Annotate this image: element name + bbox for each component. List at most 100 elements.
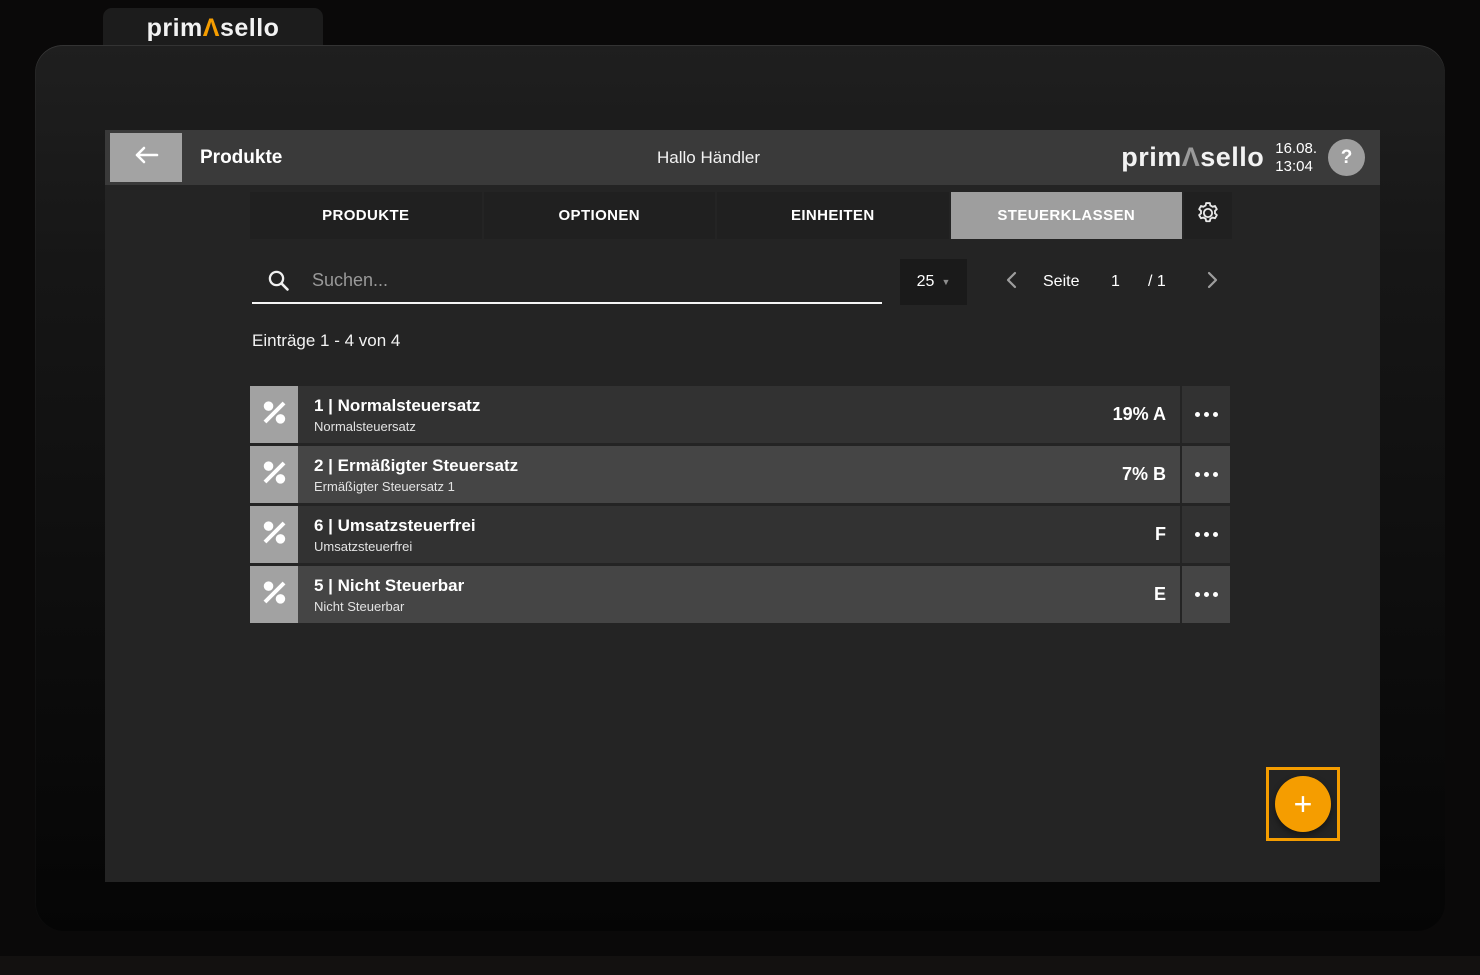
row-tax-value: E [1154, 584, 1180, 605]
row-tax-value: 19% A [1113, 404, 1180, 425]
bottom-bar [0, 956, 1480, 975]
back-button[interactable] [110, 133, 182, 182]
ellipsis-icon [1213, 412, 1218, 417]
chevron-right-icon [1206, 270, 1219, 295]
search-icon [267, 269, 290, 292]
header-right: primΛsello 16.08. 13:04 ? [1121, 130, 1380, 185]
tab-bar: PRODUKTE OPTIONEN EINHEITEN STEUERKLASSE… [250, 192, 1232, 239]
caret-down-icon: ▼ [941, 277, 950, 287]
logo-part2: sello [220, 14, 279, 42]
row-title: 1 | Normalsteuersatz [314, 396, 1113, 416]
search-input[interactable] [310, 269, 882, 292]
header-bar: Produkte Hallo Händler primΛsello 16.08.… [105, 130, 1380, 185]
row-subtitle: Umsatzsteuerfrei [314, 539, 1155, 554]
page-label: Seite [1043, 259, 1079, 305]
ellipsis-icon [1195, 592, 1200, 597]
row-subtitle: Ermäßigter Steuersatz 1 [314, 479, 1122, 494]
ellipsis-icon [1204, 412, 1209, 417]
row-title: 2 | Ermäßigter Steuersatz [314, 456, 1122, 476]
tax-class-row[interactable]: 6 | Umsatzsteuerfrei Umsatzsteuerfrei F [250, 506, 1230, 563]
row-subtitle: Nicht Steuerbar [314, 599, 1154, 614]
tax-class-row[interactable]: 5 | Nicht Steuerbar Nicht Steuerbar E [250, 566, 1230, 623]
row-tax-value: F [1155, 524, 1180, 545]
settings-button[interactable] [1184, 192, 1232, 239]
ellipsis-icon [1213, 472, 1218, 477]
row-tax-value: 7% B [1122, 464, 1180, 485]
row-title: 5 | Nicht Steuerbar [314, 576, 1154, 596]
row-main: 1 | Normalsteuersatz Normalsteuersatz 19… [298, 386, 1180, 443]
date-text: 16.08. [1275, 140, 1317, 158]
logo-part1: prim [1121, 142, 1182, 172]
ellipsis-icon [1204, 472, 1209, 477]
primasello-logo: primΛsello [147, 14, 280, 43]
tab[interactable]: OPTIONEN [484, 192, 716, 239]
chevron-left-icon [1005, 270, 1018, 295]
logo-part1: prim [147, 14, 203, 42]
plus-icon: + [1294, 788, 1313, 820]
row-more-options-button[interactable] [1182, 506, 1230, 563]
row-texts: 1 | Normalsteuersatz Normalsteuersatz [298, 396, 1113, 434]
row-subtitle: Normalsteuersatz [314, 419, 1113, 434]
row-texts: 5 | Nicht Steuerbar Nicht Steuerbar [298, 576, 1154, 614]
tab[interactable]: PRODUKTE [250, 192, 482, 239]
ellipsis-icon [1195, 532, 1200, 537]
percent-icon [261, 459, 288, 491]
tax-class-row[interactable]: 2 | Ermäßigter Steuersatz Ermäßigter Ste… [250, 446, 1230, 503]
tax-class-row[interactable]: 1 | Normalsteuersatz Normalsteuersatz 19… [250, 386, 1230, 443]
tab-label: EINHEITEN [791, 207, 875, 224]
question-mark-icon: ? [1341, 147, 1353, 169]
row-texts: 2 | Ermäßigter Steuersatz Ermäßigter Ste… [298, 456, 1122, 494]
greeting-text: Hallo Händler [657, 130, 760, 185]
add-button[interactable]: + [1275, 776, 1331, 832]
help-button[interactable]: ? [1328, 139, 1365, 176]
row-more-options-button[interactable] [1182, 386, 1230, 443]
entries-summary: Einträge 1 - 4 von 4 [252, 331, 400, 351]
prev-page-button[interactable] [998, 259, 1024, 305]
page-current: 1 [1111, 259, 1120, 305]
ellipsis-icon [1213, 592, 1218, 597]
row-main: 6 | Umsatzsteuerfrei Umsatzsteuerfrei F [298, 506, 1180, 563]
row-main: 2 | Ermäßigter Steuersatz Ermäßigter Ste… [298, 446, 1180, 503]
row-texts: 6 | Umsatzsteuerfrei Umsatzsteuerfrei [298, 516, 1155, 554]
row-icon-cell [250, 386, 298, 443]
ellipsis-icon [1204, 532, 1209, 537]
page-size-value: 25 [917, 273, 935, 291]
tab-label: PRODUKTE [322, 207, 409, 224]
primasello-logo-header: primΛsello [1121, 142, 1264, 173]
content-area: PRODUKTE OPTIONEN EINHEITEN STEUERKLASSE… [105, 185, 1380, 882]
ellipsis-icon [1204, 592, 1209, 597]
device-window: Produkte Hallo Händler primΛsello 16.08.… [35, 45, 1445, 931]
screen: primΛsello Produkte Hallo Händler primΛs… [0, 0, 1480, 975]
logo-lambda-icon: Λ [1182, 142, 1201, 172]
page-size-dropdown[interactable]: 25 ▼ [900, 259, 967, 305]
time-text: 13:04 [1275, 158, 1317, 176]
tab-label: OPTIONEN [558, 207, 640, 224]
page-title: Produkte [200, 147, 282, 169]
row-more-options-button[interactable] [1182, 566, 1230, 623]
percent-icon [261, 579, 288, 611]
search-field [252, 258, 882, 304]
app-browser-tab[interactable]: primΛsello [103, 8, 323, 48]
tax-class-list: 1 | Normalsteuersatz Normalsteuersatz 19… [250, 386, 1230, 626]
row-title: 6 | Umsatzsteuerfrei [314, 516, 1155, 536]
tabs: PRODUKTE OPTIONEN EINHEITEN STEUERKLASSE… [250, 192, 1182, 239]
row-icon-cell [250, 566, 298, 623]
row-more-options-button[interactable] [1182, 446, 1230, 503]
ellipsis-icon [1213, 532, 1218, 537]
percent-icon [261, 399, 288, 431]
row-main: 5 | Nicht Steuerbar Nicht Steuerbar E [298, 566, 1180, 623]
gear-icon [1195, 200, 1221, 231]
logo-lambda-icon: Λ [203, 14, 220, 42]
ellipsis-icon [1195, 472, 1200, 477]
tab[interactable]: STEUERKLASSEN [951, 192, 1183, 239]
page-total: / 1 [1148, 259, 1166, 305]
ellipsis-icon [1195, 412, 1200, 417]
tab[interactable]: EINHEITEN [717, 192, 949, 239]
percent-icon [261, 519, 288, 551]
row-icon-cell [250, 446, 298, 503]
next-page-button[interactable] [1199, 259, 1225, 305]
datetime: 16.08. 13:04 [1275, 140, 1317, 176]
tab-label: STEUERKLASSEN [997, 207, 1135, 224]
logo-part2: sello [1200, 142, 1264, 172]
row-icon-cell [250, 506, 298, 563]
